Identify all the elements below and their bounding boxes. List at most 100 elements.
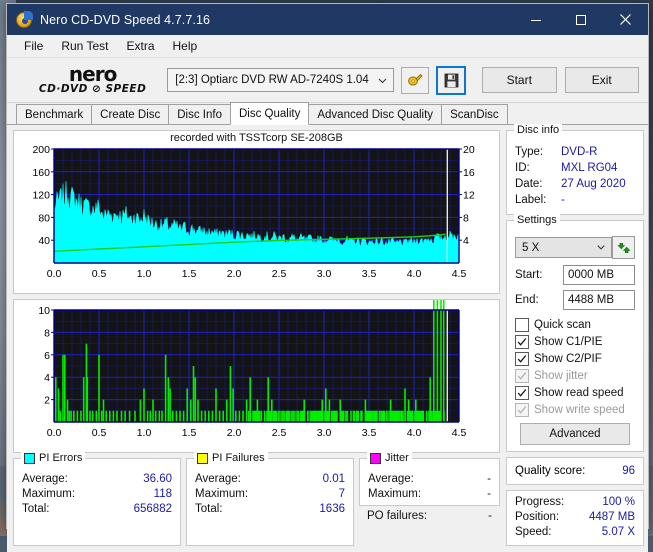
checkbox-label: Show read speed (534, 387, 624, 399)
disc-info-label-label: Label: (515, 192, 561, 208)
checkbox-box (515, 335, 529, 349)
checkbox-show-c1-pie[interactable]: Show C1/PIE (515, 333, 635, 350)
pi-errors-group: PI Errors Average: 36.60 Maximum: 118 To… (13, 458, 181, 546)
jitter-average-value: - (487, 472, 491, 487)
pi-errors-total-value: 656882 (134, 502, 172, 517)
checkbox-box (515, 318, 529, 332)
svg-text:120: 120 (32, 190, 50, 202)
tab-disc-quality[interactable]: Disc Quality (230, 102, 309, 125)
pi-errors-average-row: Average: 36.60 (22, 472, 172, 487)
pi-failures-average-value: 0.01 (323, 472, 345, 487)
title-bar: Nero CD-DVD Speed 4.7.7.16 (7, 4, 648, 35)
svg-text:0.5: 0.5 (92, 268, 107, 280)
exit-button[interactable]: Exit (565, 67, 639, 93)
quality-score-label: Quality score: (515, 465, 585, 477)
speed-row-status: Speed: 5.07 X (515, 525, 635, 540)
disc-tool-button[interactable] (401, 67, 429, 94)
pi-failures-group: PI Failures Average: 0.01 Maximum: 7 Tot… (186, 458, 354, 546)
pi-failures-maximum-value: 7 (339, 487, 345, 502)
pi-failures-total-row: Total: 1636 (195, 502, 345, 517)
advanced-button[interactable]: Advanced (520, 423, 630, 445)
chevron-down-icon (595, 241, 608, 254)
tab-scandisc[interactable]: ScanDisc (441, 104, 508, 124)
pif-chart-panel: 2468100.00.51.01.52.02.53.03.54.04.5 (13, 299, 500, 453)
svg-text:2: 2 (44, 395, 50, 407)
pi-errors-title: PI Errors (39, 452, 82, 464)
refresh-button[interactable] (612, 236, 635, 259)
menu-item-run-test[interactable]: Run Test (52, 37, 117, 55)
charts-column: recorded with TSSTcorp SE-208GB 40801201… (13, 130, 500, 546)
svg-text:12: 12 (463, 190, 475, 202)
tab-advanced-disc-quality[interactable]: Advanced Disc Quality (308, 104, 442, 124)
checkbox-box (515, 386, 529, 400)
drive-select[interactable]: [2:3] Optiarc DVD RW AD-7240S 1.04 (167, 68, 394, 92)
tab-benchmark[interactable]: Benchmark (16, 104, 92, 124)
svg-text:4.5: 4.5 (452, 268, 467, 280)
pif-chart[interactable]: 2468100.00.51.01.52.02.53.03.54.04.5 (14, 300, 499, 450)
pie-chart[interactable]: 4080120160200481216200.00.51.01.52.02.53… (14, 131, 499, 291)
start-mb-label: Start: (515, 269, 542, 281)
pi-failures-title: PI Failures (212, 452, 265, 464)
maximize-button[interactable] (558, 4, 603, 35)
checkbox-show-read-speed[interactable]: Show read speed (515, 384, 635, 401)
speed-select[interactable]: 5 X (515, 237, 612, 258)
speed-select-value: 5 X (522, 242, 595, 254)
checkbox-list: Quick scan Show C1/PIE Show C2/PIF (515, 316, 635, 418)
checkbox-label: Quick scan (534, 319, 591, 331)
pi-errors-color-swatch (24, 453, 35, 464)
svg-text:200: 200 (32, 144, 50, 156)
menu-item-extra[interactable]: Extra (117, 37, 163, 55)
close-button[interactable] (603, 4, 648, 35)
svg-text:1.5: 1.5 (182, 268, 197, 280)
jitter-column: Jitter Average: - Maximum: - PO failures… (359, 458, 500, 546)
pi-failures-maximum-row: Maximum: 7 (195, 487, 345, 502)
disc-info-id-label: ID: (515, 160, 561, 176)
disc-info-legend: Disc info (514, 124, 562, 136)
svg-text:40: 40 (38, 235, 50, 247)
start-mb-input[interactable]: 0000 MB (563, 265, 635, 285)
svg-text:2.5: 2.5 (272, 268, 287, 280)
checkbox-box (515, 369, 529, 383)
svg-text:80: 80 (38, 212, 50, 224)
checkbox-box (515, 403, 529, 417)
side-panel: Disc info Type: DVD-R ID: MXL RG04 Date:… (506, 130, 644, 546)
menu-item-help[interactable]: Help (164, 37, 207, 55)
svg-text:2.0: 2.0 (227, 427, 242, 439)
menu-item-file[interactable]: File (15, 37, 52, 55)
disc-info-date-label: Date: (515, 176, 561, 192)
checkbox-quick-scan[interactable]: Quick scan (515, 316, 635, 333)
save-button[interactable] (436, 66, 466, 95)
jitter-average-row: Average: - (368, 472, 491, 487)
tab-bar: Benchmark Create Disc Disc Info Disc Qua… (7, 103, 648, 125)
svg-text:4.5: 4.5 (452, 427, 467, 439)
svg-text:2.5: 2.5 (272, 427, 287, 439)
end-mb-label: End: (515, 294, 539, 306)
disc-info-group: Disc info Type: DVD-R ID: MXL RG04 Date:… (506, 130, 644, 215)
settings-legend: Settings (514, 214, 560, 226)
disc-info-date-value: 27 Aug 2020 (561, 176, 626, 192)
tab-disc-info[interactable]: Disc Info (168, 104, 231, 124)
quality-score-panel: Quality score: 96 (506, 457, 644, 485)
start-button[interactable]: Start (482, 67, 556, 93)
tab-create-disc[interactable]: Create Disc (91, 104, 169, 124)
svg-text:8: 8 (44, 327, 50, 339)
svg-text:6: 6 (44, 350, 50, 362)
jitter-color-swatch (370, 453, 381, 464)
end-mb-row: End: 4488 MB (515, 290, 635, 310)
pi-failures-total-label: Total: (195, 502, 223, 517)
jitter-group: Jitter Average: - Maximum: - (359, 458, 500, 506)
pi-errors-average-label: Average: (22, 472, 68, 487)
start-mb-row: Start: 0000 MB (515, 265, 635, 285)
nero-logo: nero CD·DVD ⊘ SPEED (16, 66, 163, 95)
disc-info-type-value: DVD-R (561, 144, 597, 160)
disc-info-date-row: Date: 27 Aug 2020 (515, 176, 635, 192)
disc-info-id-row: ID: MXL RG04 (515, 160, 635, 176)
minimize-button[interactable] (513, 4, 558, 35)
end-mb-input[interactable]: 4488 MB (563, 290, 635, 310)
progress-label: Progress: (515, 495, 564, 510)
pi-errors-maximum-row: Maximum: 118 (22, 487, 172, 502)
svg-text:16: 16 (463, 167, 475, 179)
app-window: Nero CD-DVD Speed 4.7.7.16 File Run Test… (6, 3, 649, 529)
stats-row: PI Errors Average: 36.60 Maximum: 118 To… (13, 458, 500, 546)
checkbox-show-c2-pif[interactable]: Show C2/PIF (515, 350, 635, 367)
